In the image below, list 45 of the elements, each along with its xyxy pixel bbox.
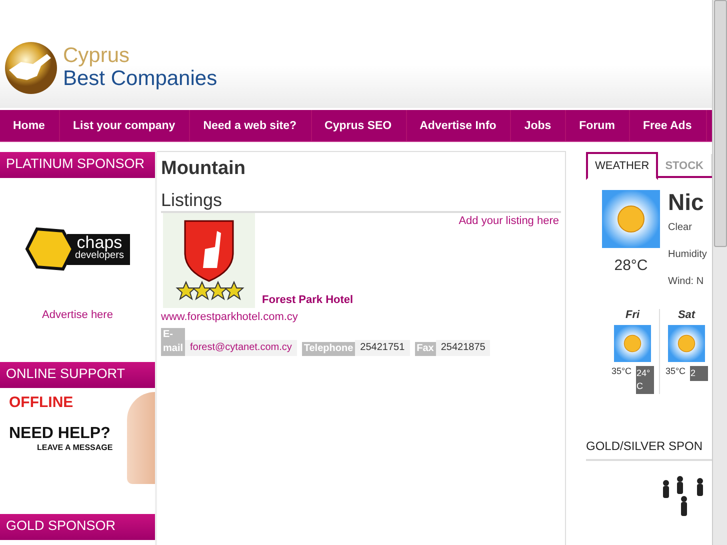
logo-text: Cyprus (63, 45, 131, 67)
field-value: 25421751 (355, 340, 410, 356)
nav-link[interactable]: Cyprus SEO (312, 110, 407, 141)
advertise-link[interactable]: Advertise here (42, 309, 113, 321)
tab[interactable]: WEATHER (586, 152, 658, 180)
nav-link[interactable]: Forum (566, 110, 630, 141)
globe-logo-icon (3, 40, 59, 96)
email-link[interactable]: forest@cytanet.com.cy (185, 340, 297, 356)
page-title: Mountain (161, 158, 246, 180)
add-listing-link[interactable]: Add your listing here (458, 215, 559, 227)
sidebar-heading: ONLINE SUPPORT (0, 362, 155, 388)
high-temperature: 35°C (665, 366, 686, 376)
field-label: Telephone (302, 342, 356, 356)
nav-link[interactable]: List your company (60, 110, 190, 141)
nav-link[interactable]: Advertise Info (406, 110, 512, 141)
forecast-day: Sat (678, 309, 696, 321)
field-label: E-mail (161, 328, 186, 356)
forecast-day: Fri (625, 309, 640, 321)
temperature: 28°C (614, 257, 648, 274)
sidebar-heading: PLATINUM SPONSOR (0, 152, 155, 178)
sponsor-logo[interactable]: chaps developers (25, 227, 130, 271)
field-value: 25421875 (436, 340, 490, 356)
nav-link[interactable]: Jobs (511, 110, 566, 141)
wind-label: Wind: N (668, 275, 705, 289)
sun-icon (668, 325, 705, 362)
nav-link[interactable]: Home (0, 110, 60, 141)
field-label: Fax (414, 342, 436, 356)
low-temperature: 2 (690, 366, 708, 381)
nav-link[interactable]: Free Ads (630, 110, 707, 141)
sidebar-heading: GOLD SPONSOR (0, 514, 155, 540)
weather-condition: Clear (668, 221, 693, 235)
low-temperature: 24°C (636, 366, 654, 394)
high-temperature: 35°C (611, 366, 632, 376)
logo-text: Best Companies (63, 67, 218, 91)
scrollbar[interactable] (712, 0, 727, 545)
nav-link[interactable]: Need a web site? (190, 110, 312, 141)
listing-name[interactable]: Forest Park Hotel (262, 294, 354, 306)
website-link[interactable]: www.forestparkhotel.com.cy (161, 311, 561, 323)
city-name: Nic (668, 190, 705, 214)
banner-headline[interactable]: NEED HELP? (9, 425, 110, 443)
sun-icon (602, 190, 660, 248)
banner-subtext: LEAVE A MESSAGE (37, 443, 113, 452)
status-text: OFFLINE (9, 394, 74, 411)
humidity-label: Humidity (668, 248, 707, 262)
sun-icon (614, 325, 651, 362)
